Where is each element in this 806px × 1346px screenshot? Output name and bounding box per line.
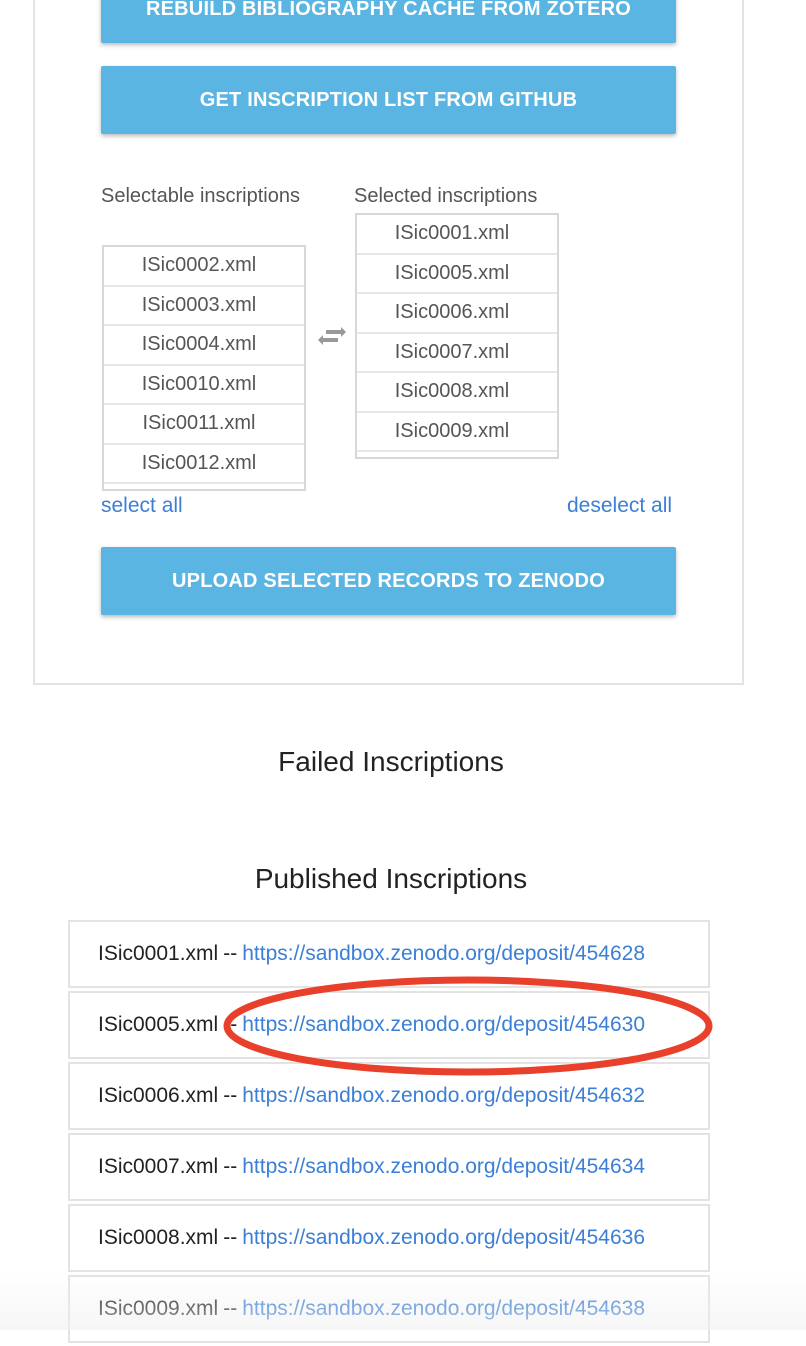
deselect-all-link[interactable]: deselect all: [567, 494, 672, 518]
published-file-name: ISic0005.xml: [98, 1013, 219, 1036]
published-separator: --: [223, 1084, 238, 1107]
list-item[interactable]: ISic0004.xml: [104, 326, 304, 366]
published-separator: --: [223, 1297, 238, 1320]
published-item: ISic0005.xml -- https://sandbox.zenodo.o…: [68, 991, 710, 1059]
published-inscriptions-heading: Published Inscriptions: [254, 863, 528, 894]
zenodo-deposit-link[interactable]: https://sandbox.zenodo.org/deposit/45463…: [242, 1155, 645, 1179]
published-file-name: ISic0006.xml: [98, 1084, 219, 1107]
published-item: ISic0008.xml -- https://sandbox.zenodo.o…: [68, 1204, 710, 1272]
published-item: ISic0009.xml -- https://sandbox.zenodo.o…: [68, 1275, 710, 1343]
list-item[interactable]: ISic0009.xml: [357, 413, 557, 452]
selected-inscriptions-label: Selected inscriptions: [354, 185, 538, 207]
zenodo-deposit-link[interactable]: https://sandbox.zenodo.org/deposit/45462…: [242, 942, 645, 966]
published-file-name: ISic0009.xml: [98, 1297, 219, 1320]
list-item[interactable]: ISic0008.xml: [357, 373, 557, 413]
list-item[interactable]: ISic0001.xml: [357, 215, 557, 255]
selected-inscriptions-list[interactable]: ISic0001.xml ISic0005.xml ISic0006.xml I…: [355, 213, 559, 459]
list-item[interactable]: ISic0003.xml: [104, 287, 304, 326]
published-separator: --: [223, 1013, 238, 1036]
published-separator: --: [223, 942, 238, 965]
selectable-inscriptions-label: Selectable inscriptions: [101, 185, 300, 207]
upload-to-zenodo-button[interactable]: UPLOAD SELECTED RECORDS TO ZENODO: [101, 547, 676, 615]
list-item[interactable]: ISic0010.xml: [104, 366, 304, 405]
list-item[interactable]: ISic0011.xml: [104, 405, 304, 445]
published-separator: --: [223, 1155, 238, 1178]
zenodo-deposit-link[interactable]: https://sandbox.zenodo.org/deposit/45463…: [242, 1084, 645, 1108]
selectable-inscriptions-list[interactable]: ISic0002.xml ISic0003.xml ISic0004.xml I…: [102, 245, 306, 491]
zenodo-deposit-link[interactable]: https://sandbox.zenodo.org/deposit/45463…: [242, 1226, 645, 1250]
list-item[interactable]: ISic0002.xml: [104, 247, 304, 287]
rebuild-bibliography-button[interactable]: REBUILD BIBLIOGRAPHY CACHE FROM ZOTERO: [101, 0, 676, 43]
list-item[interactable]: ISic0006.xml: [357, 294, 557, 334]
zenodo-deposit-link[interactable]: https://sandbox.zenodo.org/deposit/45463…: [242, 1297, 645, 1321]
select-all-link[interactable]: select all: [101, 494, 183, 518]
published-file-name: ISic0008.xml: [98, 1226, 219, 1249]
published-file-name: ISic0001.xml: [98, 942, 219, 965]
published-inscriptions-list: ISic0001.xml -- https://sandbox.zenodo.o…: [68, 920, 710, 1346]
published-file-name: ISic0007.xml: [98, 1155, 219, 1178]
list-item[interactable]: ISic0005.xml: [357, 255, 557, 294]
published-separator: --: [223, 1226, 238, 1249]
published-item: ISic0001.xml -- https://sandbox.zenodo.o…: [68, 920, 710, 988]
published-item: ISic0006.xml -- https://sandbox.zenodo.o…: [68, 1062, 710, 1130]
get-inscription-list-button[interactable]: GET INSCRIPTION LIST FROM GITHUB: [101, 66, 676, 134]
list-item[interactable]: ISic0007.xml: [357, 334, 557, 373]
list-item[interactable]: ISic0012.xml: [104, 445, 304, 484]
zenodo-deposit-link[interactable]: https://sandbox.zenodo.org/deposit/45463…: [242, 1013, 645, 1037]
published-item: ISic0007.xml -- https://sandbox.zenodo.o…: [68, 1133, 710, 1201]
failed-inscriptions-heading: Failed Inscriptions: [278, 746, 504, 777]
swap-arrows-icon[interactable]: [317, 325, 347, 347]
